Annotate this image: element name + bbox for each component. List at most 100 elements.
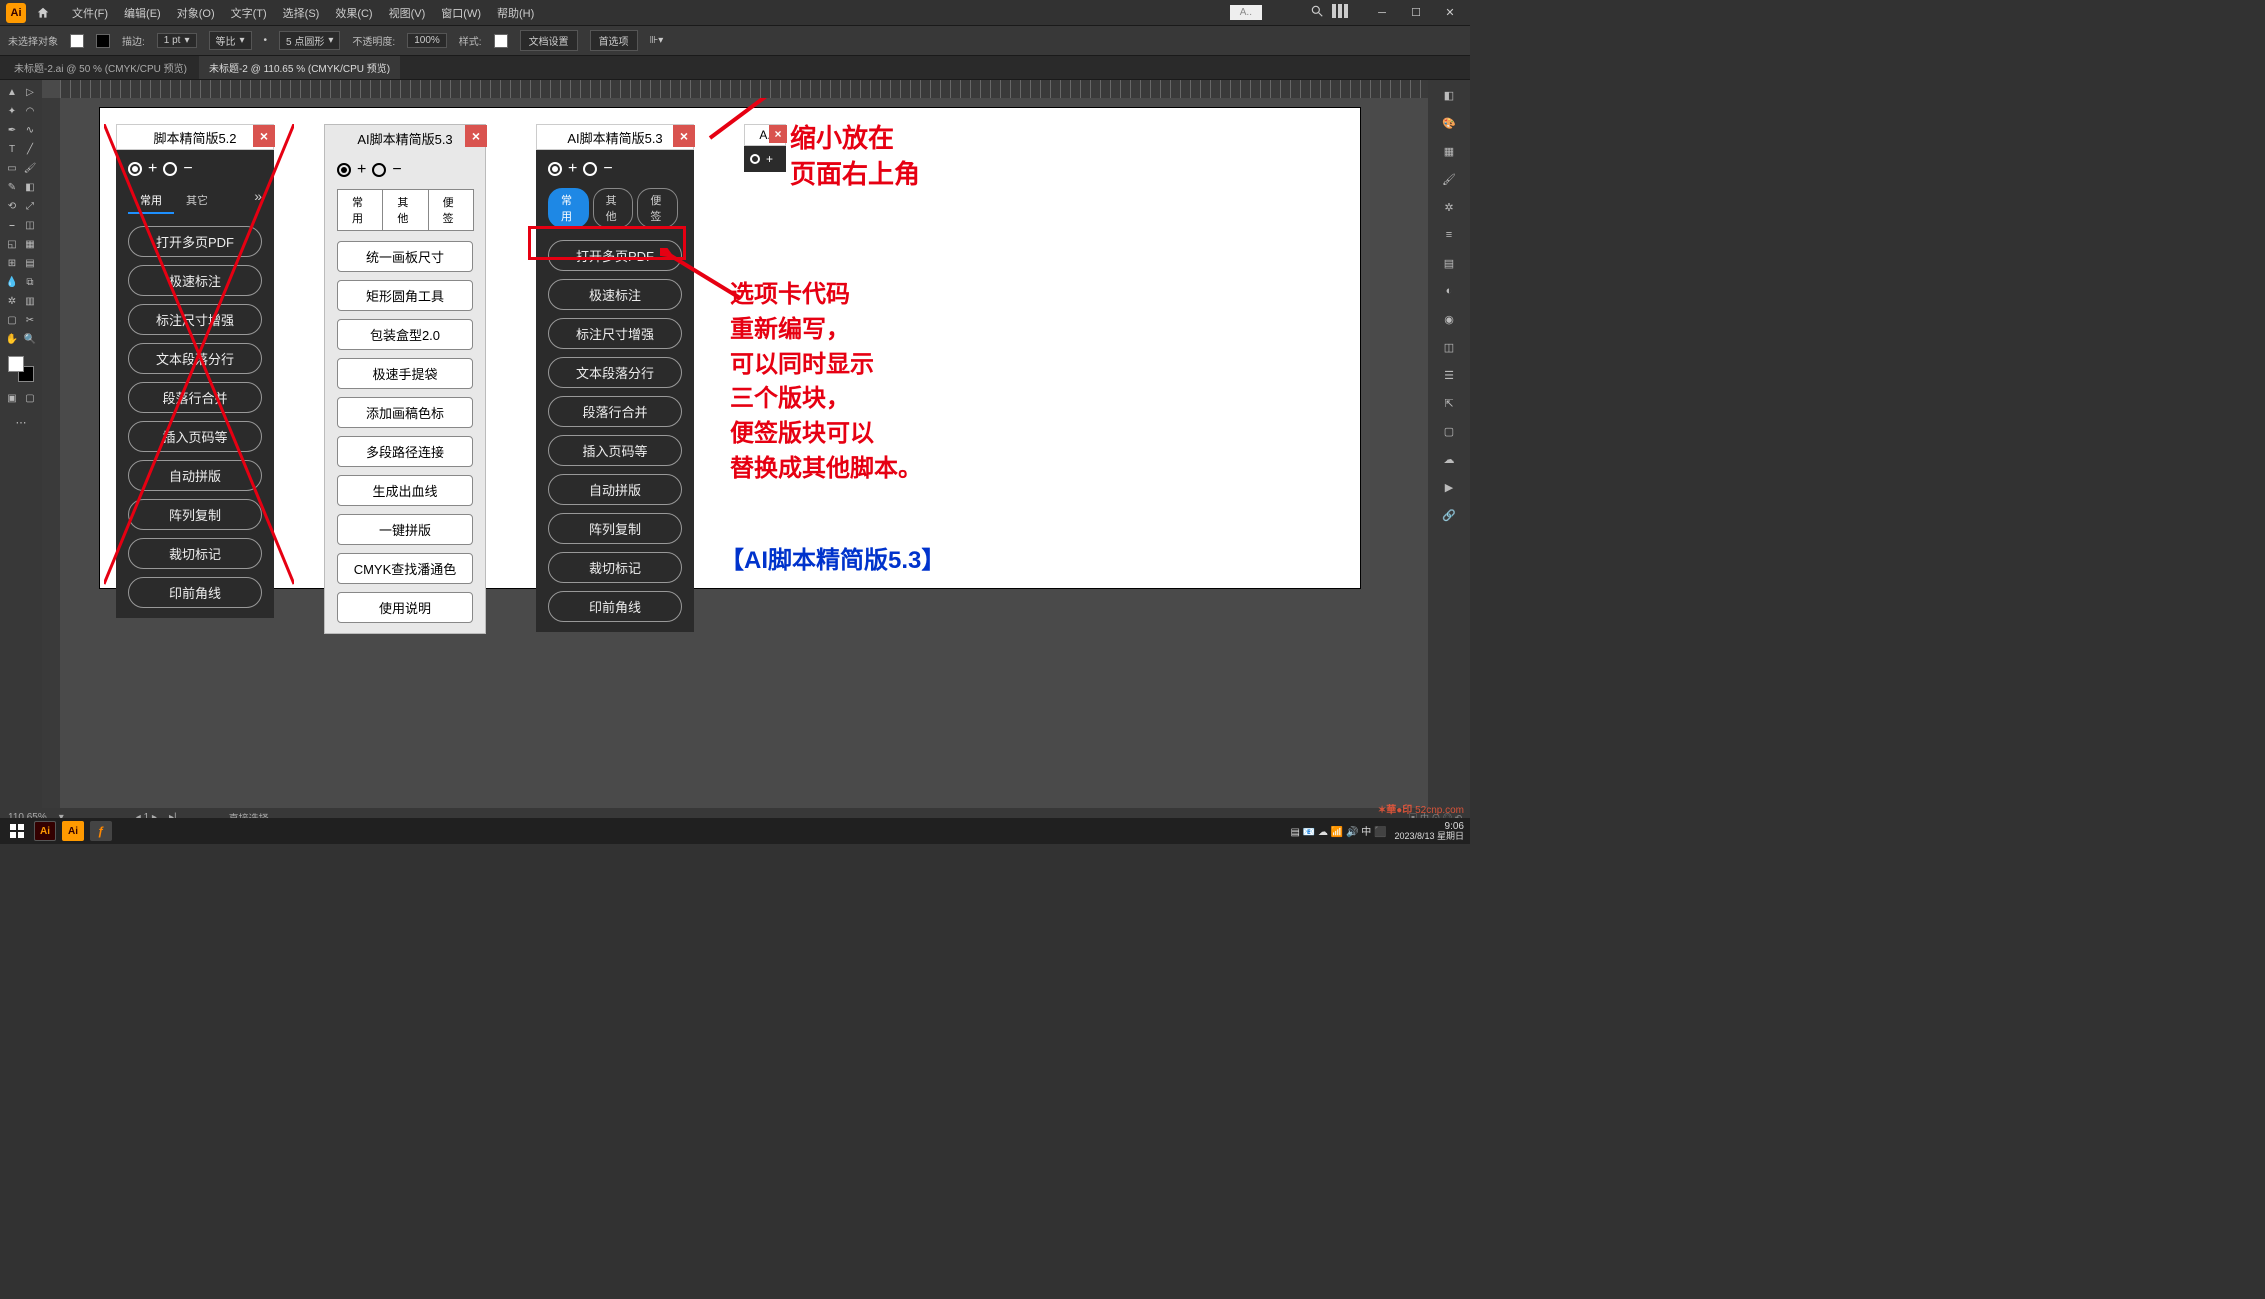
- align-icon[interactable]: ⊪▾: [650, 35, 664, 46]
- lasso-tool[interactable]: ◠: [22, 103, 39, 120]
- type-tool[interactable]: T: [4, 141, 21, 158]
- btn-color-bar[interactable]: 添加画稿色标: [337, 397, 473, 428]
- btn-corner-marks[interactable]: 印前角线: [548, 591, 682, 622]
- color-panel-icon[interactable]: 🎨: [1438, 112, 1460, 134]
- maximize-button[interactable]: ☐: [1402, 4, 1430, 22]
- menu-view[interactable]: 视图(V): [381, 5, 434, 21]
- radio-off-icon[interactable]: [583, 162, 597, 176]
- radio-on-icon[interactable]: [337, 163, 351, 177]
- brushes-panel-icon[interactable]: 🖌: [1438, 168, 1460, 190]
- btn-handbag[interactable]: 极速手提袋: [337, 358, 473, 389]
- menu-help[interactable]: 帮助(H): [489, 5, 542, 21]
- graphic-styles-panel-icon[interactable]: ◫: [1438, 336, 1460, 358]
- artboard-tool[interactable]: ▢: [4, 312, 21, 329]
- btn-dim-enhanced[interactable]: 标注尺寸增强: [548, 318, 682, 349]
- stroke-panel-icon[interactable]: ≡: [1438, 224, 1460, 246]
- menu-select[interactable]: 选择(S): [275, 5, 328, 21]
- perspective-tool[interactable]: ▦: [22, 236, 39, 253]
- uniform-dropdown[interactable]: 等比 ▾: [209, 31, 252, 50]
- start-button[interactable]: [6, 821, 28, 841]
- radio-on-icon[interactable]: [548, 162, 562, 176]
- mesh-tool[interactable]: ⊞: [4, 255, 21, 272]
- eraser-tool[interactable]: ◧: [22, 179, 39, 196]
- selection-tool[interactable]: ▲: [4, 84, 21, 101]
- btn-one-click-impose[interactable]: 一键拼版: [337, 514, 473, 545]
- asset-export-panel-icon[interactable]: ⇱: [1438, 392, 1460, 414]
- search-icon[interactable]: [1310, 4, 1324, 21]
- blend-tool[interactable]: ⧉: [22, 274, 39, 291]
- taskbar-ai-2[interactable]: Ai: [62, 821, 84, 841]
- radio-off-icon[interactable]: [372, 163, 386, 177]
- brush-tool[interactable]: 🖌: [22, 160, 39, 177]
- brush-dropdown[interactable]: 5 点圆形 ▾: [279, 31, 340, 50]
- libraries-panel-icon[interactable]: ☁: [1438, 448, 1460, 470]
- menu-file[interactable]: 文件(F): [64, 5, 116, 21]
- actions-panel-icon[interactable]: ▶: [1438, 476, 1460, 498]
- tab-common[interactable]: 常用: [548, 188, 589, 228]
- doc-setup-button[interactable]: 文档设置: [520, 30, 578, 51]
- rotate-tool[interactable]: ⟲: [4, 198, 21, 215]
- gradient-panel-icon[interactable]: ▤: [1438, 252, 1460, 274]
- menu-edit[interactable]: 编辑(E): [116, 5, 169, 21]
- btn-manual[interactable]: 使用说明: [337, 592, 473, 623]
- btn-para-merge[interactable]: 段落行合并: [548, 396, 682, 427]
- magic-wand-tool[interactable]: ✦: [4, 103, 21, 120]
- prefs-button[interactable]: 首选项: [590, 30, 638, 51]
- symbols-panel-icon[interactable]: ✲: [1438, 196, 1460, 218]
- direct-selection-tool[interactable]: ▷: [22, 84, 39, 101]
- layers-panel-icon[interactable]: ☰: [1438, 364, 1460, 386]
- fill-swatch[interactable]: [70, 34, 84, 48]
- appearance-panel-icon[interactable]: ◉: [1438, 308, 1460, 330]
- transparency-panel-icon[interactable]: ◐: [1438, 280, 1460, 302]
- menu-effect[interactable]: 效果(C): [327, 5, 380, 21]
- style-swatch[interactable]: [494, 34, 508, 48]
- links-panel-icon[interactable]: 🔗: [1438, 504, 1460, 526]
- curvature-tool[interactable]: ∿: [22, 122, 39, 139]
- shaper-tool[interactable]: ✎: [4, 179, 21, 196]
- radio-icon[interactable]: [750, 154, 760, 164]
- minimize-button[interactable]: ─: [1368, 4, 1396, 22]
- screen-mode-normal[interactable]: ▣: [4, 390, 21, 407]
- gradient-tool[interactable]: ▤: [22, 255, 39, 272]
- color-picker[interactable]: [8, 356, 34, 382]
- btn-crop-marks[interactable]: 裁切标记: [548, 552, 682, 583]
- edit-toolbar-icon[interactable]: ⋯: [12, 413, 30, 431]
- stroke-swatch[interactable]: [96, 34, 110, 48]
- graph-tool[interactable]: ▥: [22, 293, 39, 310]
- document-tab-2[interactable]: 未标题-2 @ 110.65 % (CMYK/CPU 预览): [199, 56, 400, 79]
- zoom-tool[interactable]: 🔍: [22, 331, 39, 348]
- close-icon[interactable]: ×: [465, 125, 487, 147]
- document-tab-1[interactable]: 未标题-2.ai @ 50 % (CMYK/CPU 预览): [4, 56, 197, 79]
- opacity-dropdown[interactable]: 100%: [407, 33, 447, 48]
- home-icon[interactable]: [34, 4, 52, 22]
- btn-array-copy[interactable]: 阵列复制: [548, 513, 682, 544]
- taskbar-app[interactable]: ƒ: [90, 821, 112, 841]
- btn-bleed-line[interactable]: 生成出血线: [337, 475, 473, 506]
- close-button[interactable]: ✕: [1436, 4, 1464, 22]
- tab-other[interactable]: 其他: [593, 188, 634, 228]
- tab-notes[interactable]: 便签: [637, 188, 678, 228]
- eyedropper-tool[interactable]: 💧: [4, 274, 21, 291]
- tab-common[interactable]: 常用: [337, 189, 383, 231]
- slice-tool[interactable]: ✂: [22, 312, 39, 329]
- btn-cmyk-pantone[interactable]: CMYK查找潘通色: [337, 553, 473, 584]
- screen-mode-full[interactable]: ▢: [22, 390, 39, 407]
- close-icon[interactable]: ×: [673, 125, 695, 147]
- btn-round-corner[interactable]: 矩形圆角工具: [337, 280, 473, 311]
- rectangle-tool[interactable]: ▭: [4, 160, 21, 177]
- shape-builder-tool[interactable]: ◱: [4, 236, 21, 253]
- btn-unify-artboard[interactable]: 统一画板尺寸: [337, 241, 473, 272]
- btn-text-break[interactable]: 文本段落分行: [548, 357, 682, 388]
- tab-other[interactable]: 其他: [382, 189, 428, 231]
- arrange-docs-icon[interactable]: [1332, 4, 1348, 21]
- menu-object[interactable]: 对象(O): [169, 5, 223, 21]
- btn-join-paths[interactable]: 多段路径连接: [337, 436, 473, 467]
- btn-page-number[interactable]: 插入页码等: [548, 435, 682, 466]
- properties-panel-icon[interactable]: ◧: [1438, 84, 1460, 106]
- swatches-panel-icon[interactable]: ▦: [1438, 140, 1460, 162]
- symbol-sprayer-tool[interactable]: ✲: [4, 293, 21, 310]
- top-search-box[interactable]: A..: [1230, 5, 1262, 20]
- pen-tool[interactable]: ✒: [4, 122, 21, 139]
- free-transform-tool[interactable]: ◫: [22, 217, 39, 234]
- taskbar-ai-1[interactable]: Ai: [34, 821, 56, 841]
